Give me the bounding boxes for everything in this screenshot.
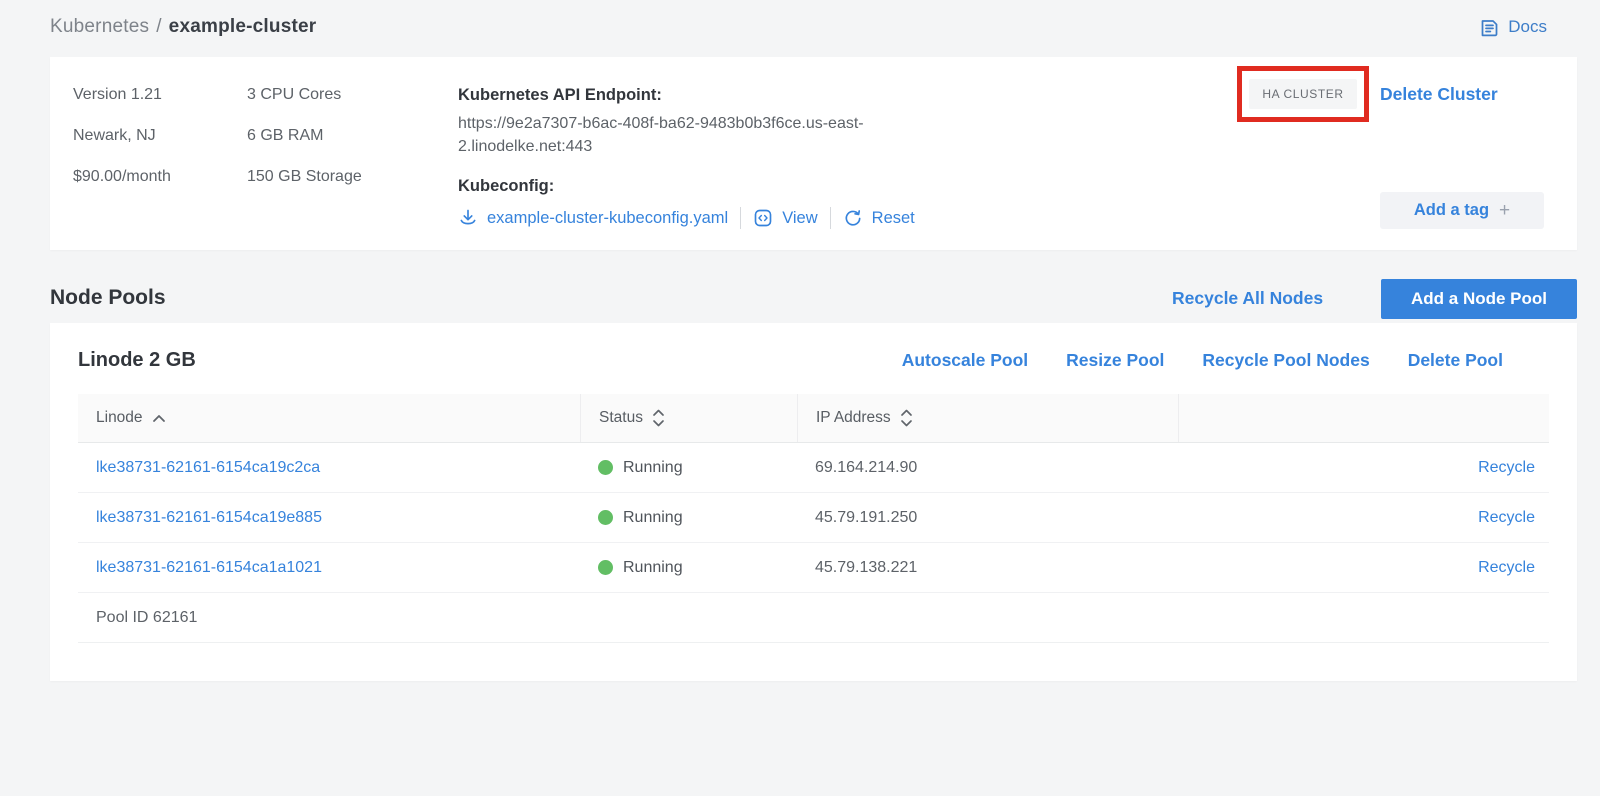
linode-link[interactable]: lke38731-62161-6154ca19c2ca	[96, 459, 320, 476]
kubeconfig-download-link[interactable]: example-cluster-kubeconfig.yaml	[458, 208, 728, 228]
pool-name: Linode 2 GB	[78, 349, 196, 372]
cluster-version: Version 1.21	[73, 83, 247, 107]
cluster-endpoint-column: Kubernetes API Endpoint: https://9e2a730…	[458, 83, 978, 229]
status-text: Running	[623, 559, 683, 577]
status-text: Running	[623, 459, 683, 477]
recycle-all-nodes-button[interactable]: Recycle All Nodes	[1172, 288, 1323, 309]
breadcrumb-separator: /	[156, 16, 161, 37]
divider	[740, 207, 741, 229]
ha-cluster-badge: HA CLUSTER	[1249, 79, 1356, 109]
kubeconfig-label: Kubeconfig:	[458, 174, 978, 198]
docs-label: Docs	[1508, 17, 1547, 37]
kubeconfig-file-name: example-cluster-kubeconfig.yaml	[487, 209, 728, 228]
status-cell: Running	[598, 459, 797, 477]
add-node-pool-button[interactable]: Add a Node Pool	[1381, 279, 1577, 319]
linode-link[interactable]: lke38731-62161-6154ca1a1021	[96, 559, 322, 576]
status-cell: Running	[598, 509, 797, 527]
api-endpoint-label: Kubernetes API Endpoint:	[458, 83, 978, 107]
node-pool-card: Linode 2 GB Autoscale Pool Resize Pool R…	[50, 323, 1577, 681]
status-cell: Running	[598, 559, 797, 577]
download-icon	[458, 208, 478, 228]
recycle-node-button[interactable]: Recycle	[1478, 559, 1535, 577]
resize-pool-button[interactable]: Resize Pool	[1066, 350, 1164, 371]
ip-address: 69.164.214.90	[815, 459, 917, 476]
table-footer-row: Pool ID 62161	[78, 593, 1549, 643]
reset-icon	[843, 208, 863, 228]
pool-id: Pool ID 62161	[78, 609, 197, 627]
divider	[830, 207, 831, 229]
add-tag-button[interactable]: Add a tag +	[1380, 192, 1544, 229]
plus-icon: +	[1499, 201, 1510, 220]
add-tag-label: Add a tag	[1414, 201, 1489, 220]
delete-pool-button[interactable]: Delete Pool	[1408, 350, 1503, 371]
table-row: lke38731-62161-6154ca19e885 Running 45.7…	[78, 493, 1549, 543]
table-row: lke38731-62161-6154ca19c2ca Running 69.1…	[78, 443, 1549, 493]
pool-header: Linode 2 GB Autoscale Pool Resize Pool R…	[50, 323, 1577, 372]
table-header-row: Linode Status IP Address	[78, 394, 1549, 443]
kubeconfig-reset-button[interactable]: Reset	[843, 208, 915, 228]
breadcrumb: Kubernetes / example-cluster	[50, 16, 316, 38]
status-running-dot	[598, 560, 613, 575]
autoscale-pool-button[interactable]: Autoscale Pool	[902, 350, 1028, 371]
node-pools-heading: Node Pools	[50, 286, 166, 310]
linode-link[interactable]: lke38731-62161-6154ca19e885	[96, 509, 322, 526]
ip-address: 45.79.191.250	[815, 509, 917, 526]
docs-link[interactable]: Docs	[1479, 17, 1547, 38]
status-text: Running	[623, 509, 683, 527]
table-row: lke38731-62161-6154ca1a1021 Running 45.7…	[78, 543, 1549, 593]
cluster-region: Newark, NJ	[73, 124, 247, 148]
recycle-pool-nodes-button[interactable]: Recycle Pool Nodes	[1202, 350, 1369, 371]
cluster-cpu: 3 CPU Cores	[247, 83, 458, 107]
red-highlight-annotation: HA CLUSTER	[1237, 66, 1369, 122]
view-label: View	[782, 209, 817, 228]
breadcrumb-section[interactable]: Kubernetes	[50, 16, 149, 37]
cluster-specs-column-2: 3 CPU Cores 6 GB RAM 150 GB Storage	[247, 83, 458, 229]
status-running-dot	[598, 460, 613, 475]
column-label: Status	[599, 409, 643, 427]
cluster-ram: 6 GB RAM	[247, 124, 458, 148]
api-endpoint-url: https://9e2a7307-b6ac-408f-ba62-9483b0b3…	[458, 112, 905, 158]
column-label: Linode	[96, 409, 143, 427]
cluster-storage: 150 GB Storage	[247, 165, 458, 189]
cluster-specs-column-1: Version 1.21 Newark, NJ $90.00/month	[73, 83, 247, 229]
ip-address: 45.79.138.221	[815, 559, 917, 576]
sort-both-icon	[900, 409, 913, 427]
cluster-summary-card: Version 1.21 Newark, NJ $90.00/month 3 C…	[50, 57, 1577, 250]
code-icon	[753, 208, 773, 228]
kubeconfig-view-button[interactable]: View	[753, 208, 817, 228]
status-running-dot	[598, 510, 613, 525]
column-label: IP Address	[816, 409, 891, 427]
sort-asc-icon	[152, 414, 166, 423]
column-header-actions	[1178, 394, 1549, 442]
column-header-status[interactable]: Status	[580, 394, 797, 442]
kubeconfig-actions: example-cluster-kubeconfig.yaml View	[458, 207, 978, 229]
recycle-node-button[interactable]: Recycle	[1478, 509, 1535, 527]
delete-cluster-button[interactable]: Delete Cluster	[1380, 84, 1498, 105]
column-header-ip-address[interactable]: IP Address	[797, 394, 1178, 442]
column-header-linode[interactable]: Linode	[78, 394, 580, 442]
pool-actions: Autoscale Pool Resize Pool Recycle Pool …	[902, 350, 1503, 371]
page-title: example-cluster	[169, 16, 317, 37]
docs-icon	[1479, 17, 1500, 38]
nodes-table: Linode Status IP Address lke38731	[78, 394, 1549, 643]
cluster-price: $90.00/month	[73, 165, 247, 189]
reset-label: Reset	[872, 209, 915, 228]
topbar: Kubernetes / example-cluster Docs	[50, 16, 1547, 38]
sort-both-icon	[652, 409, 665, 427]
recycle-node-button[interactable]: Recycle	[1478, 459, 1535, 477]
